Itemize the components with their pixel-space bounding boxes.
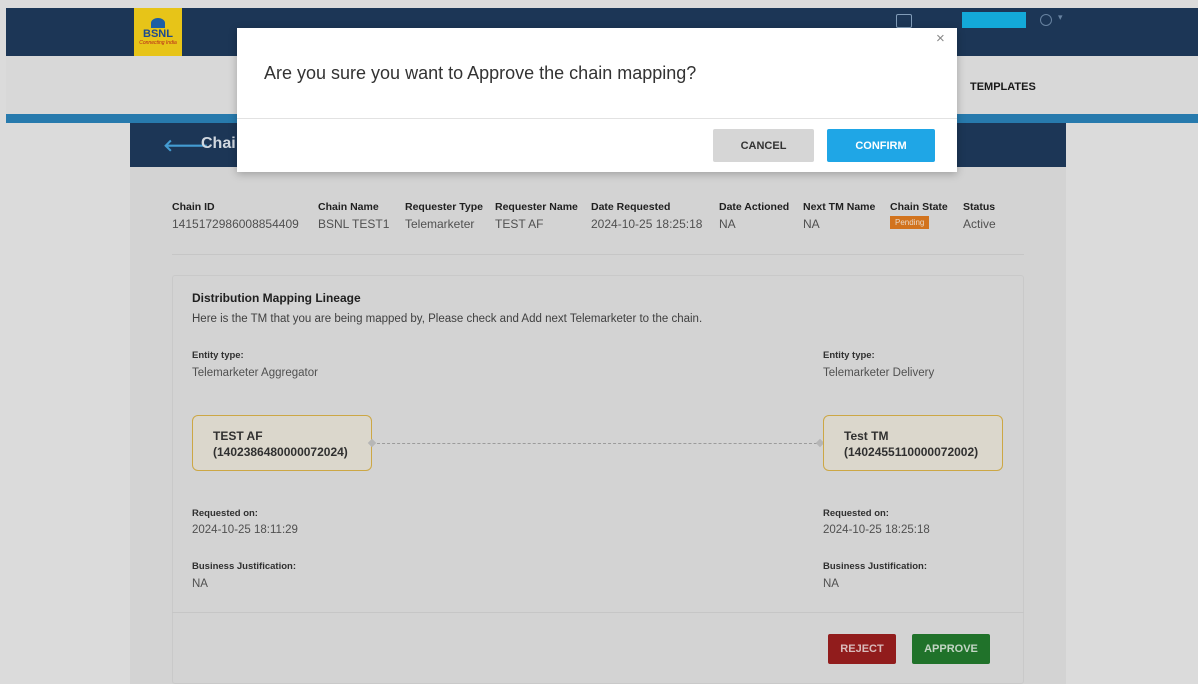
dialog-divider [237,118,957,119]
cancel-button[interactable]: CANCEL [713,129,814,162]
confirm-button[interactable]: CONFIRM [827,129,935,162]
close-icon[interactable]: × [936,30,945,47]
dialog-message: Are you sure you want to Approve the cha… [264,63,697,83]
app-background: BSNL Connecting India ▾ TEMPLATES 🡐 Chai… [0,0,1198,684]
